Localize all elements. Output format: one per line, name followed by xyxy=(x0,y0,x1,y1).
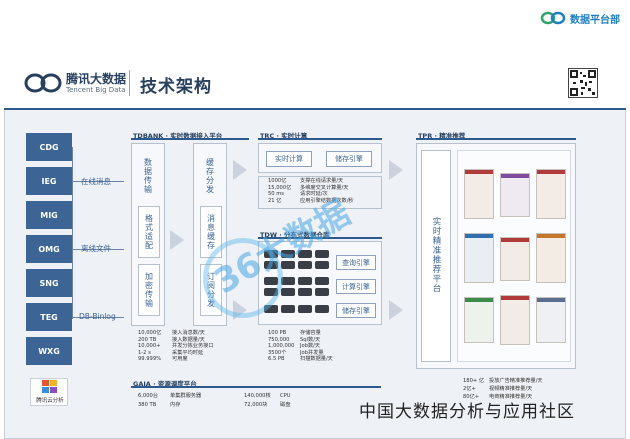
arrow-to-trc xyxy=(233,160,247,180)
tdbank-cache-dispatch: 缓存分发 xyxy=(205,158,215,194)
brand-top-text: 数据平台部 xyxy=(570,14,620,26)
source-cdg: CDG xyxy=(26,133,72,161)
server-icon xyxy=(281,277,295,285)
page-title: 技术架构 xyxy=(140,77,212,97)
tdbank-encrypted-transfer: 加密传输 xyxy=(138,264,160,316)
tpr-realtime-recommend: 实时精准推荐平台 xyxy=(431,217,441,293)
server-icon xyxy=(315,277,329,285)
logo-cn: 腾讯大数据 xyxy=(66,72,127,86)
watermark-text: 中国大数据分析与应用社区 xyxy=(359,402,575,422)
source-omg: OMG xyxy=(26,235,72,263)
tpr-stat-value: 2亿+ xyxy=(463,386,476,392)
server-icon xyxy=(315,288,329,296)
tdw-query-engine-button: 查询引擎 xyxy=(336,255,376,270)
trc-title-bar xyxy=(258,138,382,140)
server-icon xyxy=(298,305,312,313)
tdw-compute-engine-button: 计算引擎 xyxy=(336,279,376,294)
tencent-bigdata-logo-icon xyxy=(24,73,62,93)
logo-en: Tencent Big Data xyxy=(66,86,126,94)
tdbank-inner-arrow xyxy=(170,230,184,250)
brand-top: 数据平台部 xyxy=(540,8,620,28)
source-logo-text: 腾讯云分析 xyxy=(36,398,64,404)
trc-realtime-compute-button: 实时计算 xyxy=(266,151,312,167)
source-bus-line xyxy=(72,147,73,319)
tdbank-stat-label: 可用度 xyxy=(172,356,188,362)
gaia-stat-value: 140,000核 xyxy=(244,393,271,399)
source-mig: MIG xyxy=(26,201,72,229)
server-icon xyxy=(281,305,295,313)
recommend-screenshot xyxy=(500,173,530,217)
tdbank-format-adapt: 格式适配 xyxy=(138,206,160,258)
gaia-stat-label: 单集群服务器 xyxy=(170,393,202,399)
server-icon xyxy=(298,288,312,296)
tdbank-stat-value: 99.999% xyxy=(138,356,162,362)
tpr-screenshots-area xyxy=(457,150,571,362)
cloud-analytics-icon xyxy=(42,380,57,393)
recommend-screenshot xyxy=(464,297,494,343)
tpr-stat-label: 视频精准推荐量/天 xyxy=(489,386,533,392)
brand-infinity-icon xyxy=(540,11,566,25)
header-divider xyxy=(129,70,130,96)
flow-offline-file: 离线文件 xyxy=(81,244,111,253)
tdw-storage-engine-button: 储存引擎 xyxy=(336,303,376,318)
gaia-title-bar xyxy=(131,386,381,388)
tpr-stat-value: 180+ 亿 xyxy=(463,378,485,384)
source-logo-box: 腾讯云分析 xyxy=(30,378,68,406)
recommend-screenshot xyxy=(536,297,566,343)
flow-online-msg: 在线消息 xyxy=(81,177,111,186)
server-icon xyxy=(298,277,312,285)
recommend-screenshot xyxy=(500,237,530,281)
flow-db-binlog: DB-Binlog xyxy=(79,312,116,321)
arrow-tdw-to-tpr xyxy=(389,300,403,320)
slide-top-area xyxy=(0,0,630,58)
recommend-screenshot xyxy=(464,169,494,219)
tpr-stat-label: 投放广告精准推荐量/天 xyxy=(489,378,543,384)
server-icon xyxy=(315,261,329,269)
source-ieg: IEG xyxy=(26,167,72,195)
qr-code-icon xyxy=(568,68,598,98)
tdbank-data-transfer: 数据传输 xyxy=(143,158,153,194)
tdw-stat-label: 扫描数据量/天 xyxy=(300,356,333,362)
gaia-stat-value: 380 TB xyxy=(138,402,157,408)
gaia-stat-label: 内存 xyxy=(170,402,181,408)
gaia-stat-label: 磁盘 xyxy=(280,402,291,408)
gaia-stat-value: 72,000块 xyxy=(244,402,268,408)
source-teg: TEG xyxy=(26,303,72,331)
recommend-screenshot xyxy=(536,169,566,219)
trc-storage-engine-button: 储存引擎 xyxy=(326,151,372,167)
server-icon xyxy=(298,261,312,269)
recommend-screenshot xyxy=(536,233,566,283)
recommend-screenshot xyxy=(500,295,530,345)
tdbank-title-bar xyxy=(131,138,249,140)
gaia-stat-value: 6,000台 xyxy=(138,393,159,399)
tpr-title-bar xyxy=(416,138,576,140)
source-wxg: WXG xyxy=(26,337,72,365)
recommend-screenshot xyxy=(464,233,494,283)
server-icon xyxy=(281,288,295,296)
tdw-stat-value: 6.5 PB xyxy=(268,356,285,362)
source-sng: SNG xyxy=(26,269,72,297)
gaia-stat-label: CPU xyxy=(280,393,291,399)
arrow-trc-to-tpr xyxy=(389,160,403,180)
server-icon xyxy=(315,305,329,313)
